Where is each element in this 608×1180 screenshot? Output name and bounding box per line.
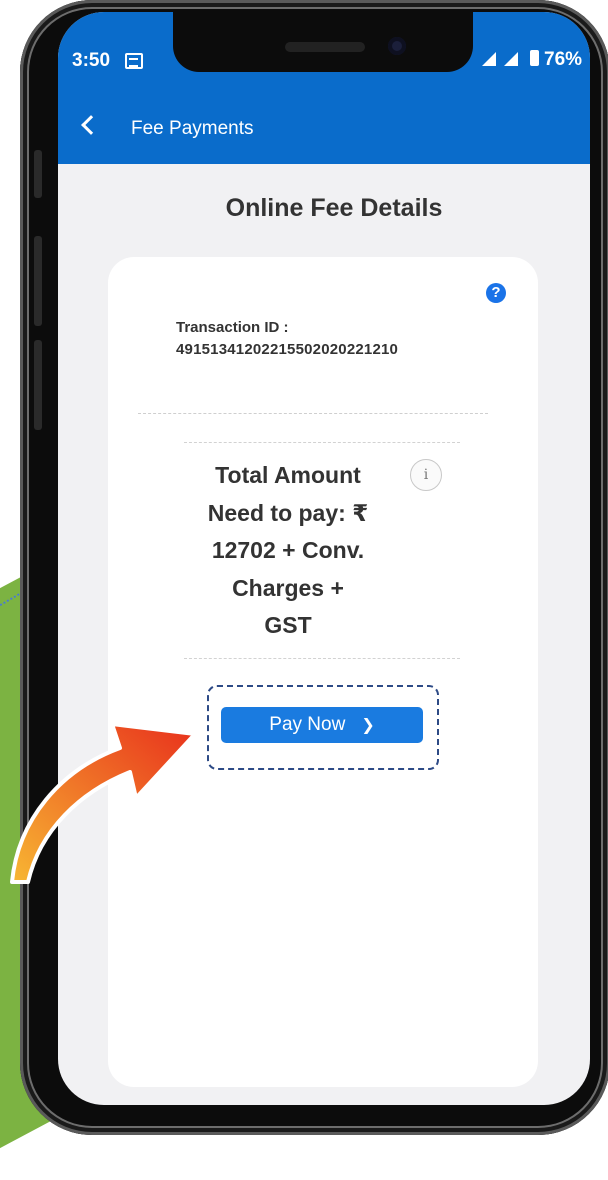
- amount-line: Need to pay: ₹: [207, 499, 369, 526]
- transaction-label: Transaction ID :: [176, 319, 289, 336]
- app-bar-title: Fee Payments: [131, 118, 254, 139]
- battery-percentage: 76%: [544, 49, 583, 70]
- pay-now-button[interactable]: Pay Now ❯: [221, 707, 423, 743]
- curved-arrow-icon: [10, 722, 197, 884]
- amount-line: Total Amount: [215, 462, 361, 488]
- page-title: Online Fee Details: [225, 194, 443, 222]
- message-icon: [125, 53, 143, 69]
- question-circle-icon[interactable]: ?: [486, 283, 506, 303]
- total-amount-text: Total Amount Need to pay: ₹ 12702 + Conv…: [188, 457, 388, 645]
- camera-icon: [388, 37, 406, 55]
- phone-screen: 3:50 76% Fee Payments Online Fee Details…: [58, 12, 590, 1105]
- chevron-left-icon[interactable]: [81, 115, 101, 135]
- amount-line: 12702 + Conv.: [211, 537, 365, 563]
- camera-notch: [173, 12, 473, 72]
- info-circle-icon[interactable]: i: [410, 459, 442, 491]
- amount-line: Charges +: [232, 574, 344, 601]
- status-time: 3:50: [72, 50, 111, 71]
- pay-now-label: Pay Now: [269, 714, 346, 735]
- fee-details-card: ? Transaction ID : 491513412022155020202…: [108, 257, 538, 1087]
- divider: [138, 413, 488, 414]
- signal-icon: [504, 52, 518, 66]
- signal-icon: [482, 52, 496, 66]
- battery-icon: [530, 50, 539, 66]
- side-button: [34, 150, 42, 198]
- divider: [184, 658, 460, 659]
- side-button: [34, 236, 42, 326]
- app-bar: Fee Payments: [58, 92, 590, 164]
- side-button: [34, 340, 42, 430]
- chevron-right-icon: ❯: [361, 717, 375, 734]
- speaker-grille: [285, 42, 365, 52]
- transaction-id: 491513412022155020202212​10: [176, 341, 399, 358]
- divider: [184, 442, 460, 443]
- amount-line: GST: [264, 612, 312, 638]
- status-bar: 3:50 76%: [58, 12, 590, 92]
